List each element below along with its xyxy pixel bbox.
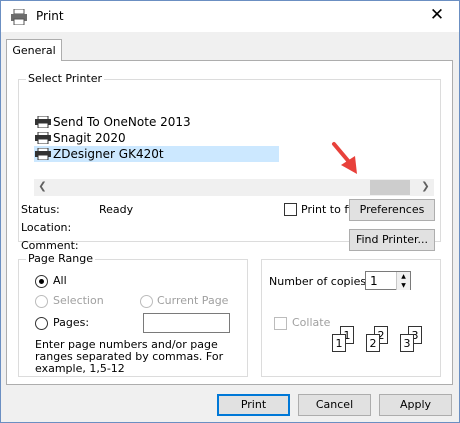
printer-list[interactable]: Send To OneNote 2013 Snagit 2020 ZDesign… bbox=[34, 106, 434, 180]
printer-name: Snagit 2020 bbox=[53, 131, 126, 145]
copies-group: Number of copies: 1 ▲ ▼ Collate bbox=[261, 259, 441, 377]
collate-label[interactable]: Collate bbox=[292, 316, 330, 329]
apply-button[interactable]: Apply bbox=[379, 394, 452, 416]
scrollbar-thumb[interactable] bbox=[370, 180, 410, 195]
find-printer-button[interactable]: Find Printer... bbox=[349, 229, 435, 251]
printer-item-zdesigner[interactable]: ZDesigner GK420t bbox=[34, 146, 279, 162]
collate-illustration: 1 1 2 2 3 3 bbox=[330, 326, 434, 354]
current-page-label[interactable]: Current Page bbox=[157, 294, 228, 307]
pages-input[interactable] bbox=[143, 313, 230, 333]
printer-icon bbox=[35, 116, 51, 128]
printer-list-scrollbar[interactable]: ❮ ❯ bbox=[34, 179, 434, 196]
window-title: Print bbox=[36, 9, 64, 23]
printer-item-snagit[interactable]: Snagit 2020 bbox=[34, 130, 126, 146]
selection-label[interactable]: Selection bbox=[53, 294, 104, 307]
current-page-radio[interactable] bbox=[140, 295, 153, 308]
page-range-group: Page Range All Selection Current Page Pa… bbox=[18, 252, 248, 377]
copies-value: 1 bbox=[370, 274, 378, 288]
collate-page: 1 bbox=[332, 334, 346, 352]
preferences-button[interactable]: Preferences bbox=[349, 199, 435, 221]
all-radio[interactable] bbox=[35, 275, 48, 288]
annotation-arrow-icon bbox=[332, 142, 357, 174]
chevron-right-icon: ❯ bbox=[421, 181, 430, 192]
general-tab-panel: Select Printer Send To OneNote 2013 Snag… bbox=[6, 60, 453, 385]
print-dialog: Print ✕ General Select Printer Send To O… bbox=[0, 0, 460, 423]
status-value: Ready bbox=[99, 203, 134, 216]
scroll-right-button[interactable]: ❯ bbox=[417, 179, 434, 196]
cancel-button[interactable]: Cancel bbox=[298, 394, 371, 416]
collate-page: 3 bbox=[400, 334, 414, 352]
printer-icon bbox=[11, 9, 27, 25]
pages-label[interactable]: Pages: bbox=[53, 316, 89, 329]
status-label: Status: bbox=[21, 203, 60, 216]
printer-name: ZDesigner GK420t bbox=[53, 147, 164, 161]
location-label: Location: bbox=[21, 221, 72, 234]
close-button[interactable]: ✕ bbox=[415, 1, 459, 32]
copies-spinner[interactable]: 1 ▲ ▼ bbox=[365, 271, 411, 290]
select-printer-legend: Select Printer bbox=[26, 72, 105, 85]
select-printer-group: Select Printer Send To OneNote 2013 Snag… bbox=[18, 72, 441, 252]
printer-item-onenote[interactable]: Send To OneNote 2013 bbox=[34, 114, 191, 130]
selection-radio[interactable] bbox=[35, 295, 48, 308]
title-bar: Print ✕ bbox=[1, 1, 459, 32]
print-to-file-checkbox[interactable] bbox=[284, 203, 297, 216]
collate-checkbox[interactable] bbox=[274, 317, 287, 330]
pages-radio[interactable] bbox=[35, 317, 48, 330]
page-range-legend: Page Range bbox=[26, 252, 95, 265]
number-of-copies-label: Number of copies: bbox=[269, 275, 370, 288]
print-button[interactable]: Print bbox=[217, 394, 290, 416]
printer-icon bbox=[35, 148, 51, 160]
printer-name: Send To OneNote 2013 bbox=[53, 115, 191, 129]
spin-up-icon[interactable]: ▲ bbox=[396, 272, 410, 281]
printer-icon bbox=[35, 132, 51, 144]
scroll-left-button[interactable]: ❮ bbox=[34, 179, 51, 196]
collate-page: 2 bbox=[366, 334, 380, 352]
comment-label: Comment: bbox=[21, 239, 79, 252]
spin-down-icon[interactable]: ▼ bbox=[396, 281, 410, 290]
tab-general[interactable]: General bbox=[6, 39, 62, 61]
all-label[interactable]: All bbox=[53, 274, 67, 287]
close-icon: ✕ bbox=[429, 5, 445, 25]
page-range-hint: Enter page numbers and/or page ranges se… bbox=[35, 338, 224, 375]
chevron-left-icon: ❮ bbox=[38, 181, 47, 192]
